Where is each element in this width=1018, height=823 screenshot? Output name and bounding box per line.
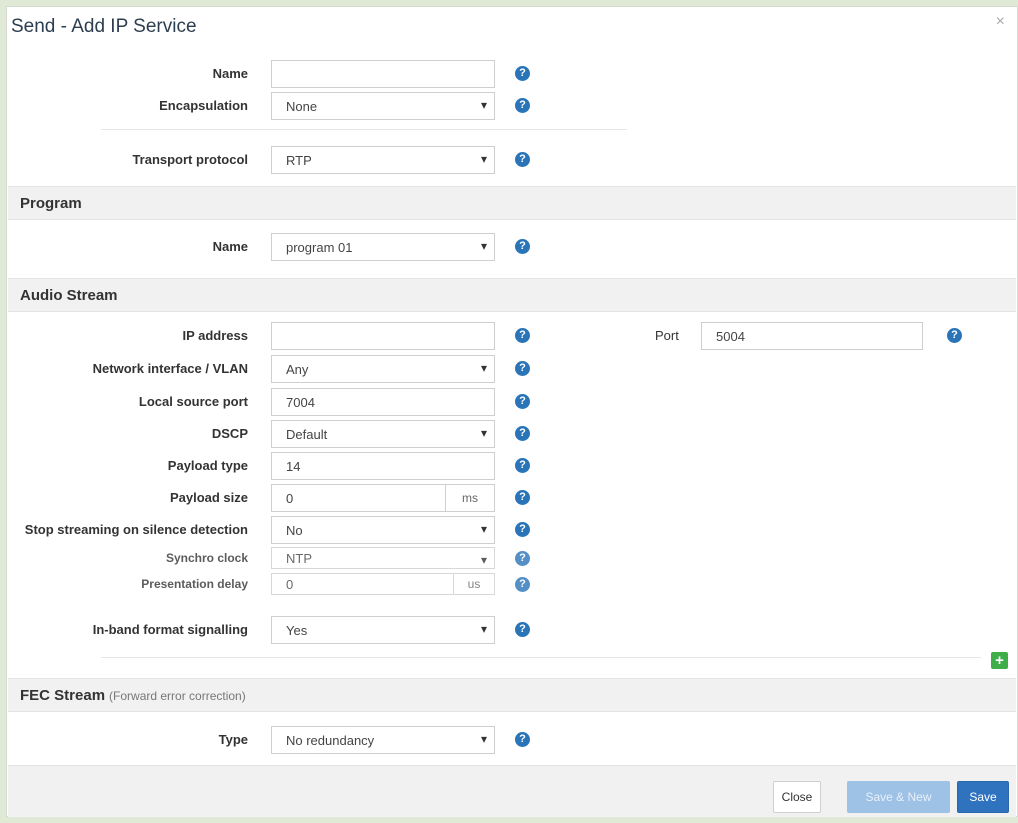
dscp-row: DSCP Default ? [7, 420, 1018, 448]
program-section-title: Program [20, 195, 82, 212]
help-icon[interactable]: ? [515, 732, 530, 747]
ip-address-input[interactable] [271, 322, 495, 350]
fec-type-row: Type No redundancy ? [7, 726, 1018, 754]
payload-size-label: Payload size [169, 490, 248, 505]
local-source-port-label: Local source port [138, 394, 248, 409]
audio-stream-section-title: Audio Stream [20, 287, 118, 304]
encapsulation-row: Encapsulation None ? [7, 92, 1018, 120]
help-icon[interactable]: ? [515, 551, 530, 566]
save-and-new-button[interactable]: Save & New [847, 781, 950, 813]
presentation-delay-row: Presentation delay 0 us ? [7, 573, 1018, 597]
silence-detection-label: Stop streaming on silence detection [24, 522, 248, 537]
presentation-delay-label: Presentation delay [141, 577, 248, 591]
dscp-label: DSCP [211, 426, 248, 441]
help-icon[interactable]: ? [515, 577, 530, 592]
help-icon[interactable]: ? [515, 458, 530, 473]
fec-type-label: Type [218, 732, 248, 747]
close-button[interactable]: Close [773, 781, 821, 813]
divider [101, 129, 627, 130]
help-icon[interactable]: ? [515, 328, 530, 343]
fec-section-title: FEC Stream (Forward error correction) [20, 687, 246, 704]
silence-detection-row: Stop streaming on silence detection No ? [7, 516, 1018, 544]
presentation-delay-input[interactable]: 0 [286, 577, 293, 592]
network-interface-row: Network interface / VLAN Any ? [7, 355, 1018, 383]
local-source-port-row: Local source port 7004 ? [7, 388, 1018, 416]
inband-format-label: In-band format signalling [92, 622, 248, 637]
presentation-delay-unit: us [453, 574, 494, 594]
ip-address-row: IP address ? Port 5004 ? [7, 322, 1018, 350]
add-ip-service-dialog: Send - Add IP Service × Name ? Encapsula… [6, 6, 1018, 817]
fec-subtitle: (Forward error correction) [109, 689, 246, 703]
close-icon[interactable]: × [996, 13, 1005, 31]
program-section-header: Program [8, 186, 1016, 220]
inband-format-row: In-band format signalling Yes ? [7, 616, 1018, 644]
fec-section-header: FEC Stream (Forward error correction) [8, 678, 1016, 712]
encapsulation-select[interactable]: None [271, 92, 495, 120]
help-icon[interactable]: ? [515, 98, 530, 113]
program-name-row: Name program 01 ? [7, 233, 1018, 261]
payload-type-input[interactable]: 14 [271, 452, 495, 480]
synchro-clock-select[interactable]: NTP [271, 547, 495, 569]
transport-protocol-row: Transport protocol RTP ? [7, 146, 1018, 174]
audio-stream-section-header: Audio Stream [8, 278, 1016, 312]
ip-address-label: IP address [182, 328, 248, 343]
add-stream-button[interactable]: + [991, 652, 1008, 669]
help-icon[interactable]: ? [515, 361, 530, 376]
network-interface-select[interactable]: Any [271, 355, 495, 383]
name-input[interactable] [271, 60, 495, 88]
help-icon[interactable]: ? [515, 490, 530, 505]
dialog-footer: Close Save & New Save [8, 765, 1016, 817]
fec-type-select[interactable]: No redundancy [271, 726, 495, 754]
help-icon[interactable]: ? [947, 328, 962, 343]
name-label: Name [212, 66, 248, 81]
payload-size-unit: ms [445, 485, 494, 511]
silence-detection-select[interactable]: No [271, 516, 495, 544]
fec-title: FEC Stream [20, 687, 106, 704]
help-icon[interactable]: ? [515, 239, 530, 254]
encapsulation-label: Encapsulation [159, 98, 248, 113]
divider [101, 657, 981, 658]
transport-protocol-select[interactable]: RTP [271, 146, 495, 174]
help-icon[interactable]: ? [515, 394, 530, 409]
inband-format-select[interactable]: Yes [271, 616, 495, 644]
payload-size-row: Payload size 0 ms ? [7, 484, 1018, 512]
local-source-port-input[interactable]: 7004 [271, 388, 495, 416]
port-label: Port [655, 328, 679, 343]
help-icon[interactable]: ? [515, 66, 530, 81]
help-icon[interactable]: ? [515, 622, 530, 637]
payload-size-input-group[interactable]: 0 ms [271, 484, 495, 512]
save-button[interactable]: Save [957, 781, 1009, 813]
help-icon[interactable]: ? [515, 426, 530, 441]
dialog-title: Send - Add IP Service [11, 16, 197, 37]
payload-type-label: Payload type [167, 458, 248, 473]
dscp-select[interactable]: Default [271, 420, 495, 448]
port-input[interactable]: 5004 [701, 322, 923, 350]
payload-size-input[interactable]: 0 [286, 491, 293, 506]
presentation-delay-input-group[interactable]: 0 us [271, 573, 495, 595]
program-name-select[interactable]: program 01 [271, 233, 495, 261]
program-name-label: Name [212, 239, 248, 254]
synchro-clock-label: Synchro clock [165, 551, 248, 565]
name-row: Name ? [7, 60, 1018, 88]
synchro-clock-row: Synchro clock NTP ? [7, 547, 1018, 571]
network-interface-label: Network interface / VLAN [92, 361, 248, 376]
help-icon[interactable]: ? [515, 522, 530, 537]
transport-protocol-label: Transport protocol [132, 152, 248, 167]
help-icon[interactable]: ? [515, 152, 530, 167]
payload-type-row: Payload type 14 ? [7, 452, 1018, 480]
